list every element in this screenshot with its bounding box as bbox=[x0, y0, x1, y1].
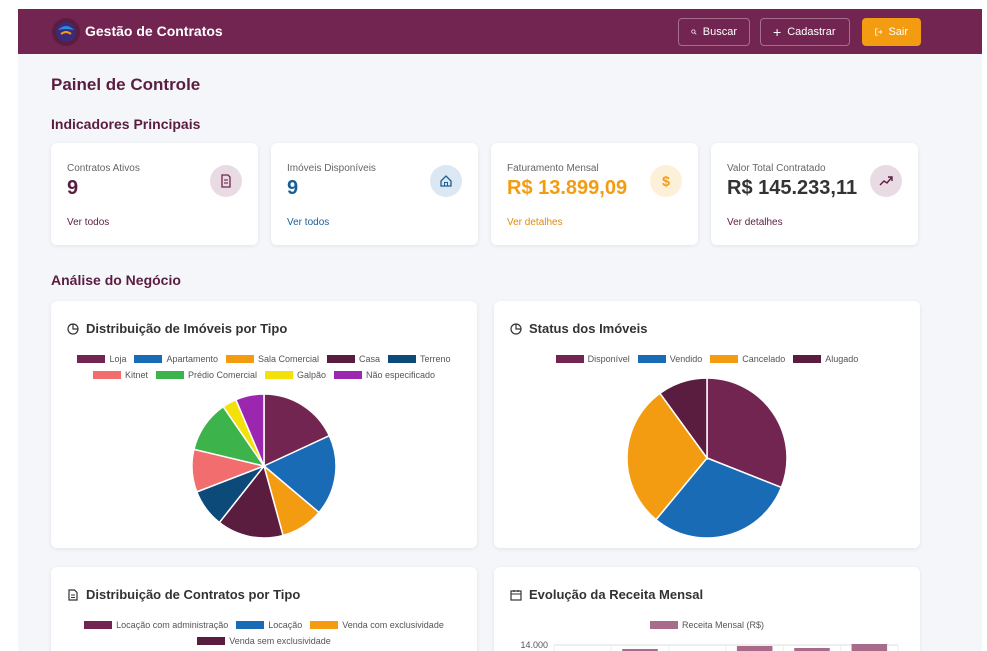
home-icon bbox=[430, 165, 462, 197]
section-title-analysis: Análise do Negócio bbox=[51, 272, 181, 288]
card-title-text: Distribuição de Contratos por Tipo bbox=[86, 587, 301, 602]
kpi-label: Contratos Ativos bbox=[67, 163, 140, 174]
kpi-label: Faturamento Mensal bbox=[507, 163, 599, 174]
legend-item-locacao-com-administracao[interactable]: Locação com administração bbox=[84, 620, 228, 630]
legend-swatch bbox=[236, 621, 265, 629]
revenue-bar[interactable] bbox=[851, 644, 888, 651]
legend-item-venda-sem-exclusividade[interactable]: Venda sem exclusividade bbox=[197, 636, 331, 646]
search-button[interactable]: Buscar bbox=[678, 18, 750, 46]
plus-icon: + bbox=[773, 24, 782, 40]
card-contract-types: Distribuição de Contratos por Tipo Locaç… bbox=[51, 567, 477, 651]
legend-item-venda-com-exclusividade[interactable]: Venda com exclusividade bbox=[310, 620, 444, 630]
kpi-value: 9 bbox=[287, 177, 299, 199]
legend-swatch bbox=[197, 637, 226, 645]
kpi-link-details[interactable]: Ver detalhes bbox=[507, 217, 563, 228]
kpi-value: R$ 145.233,11 bbox=[727, 177, 858, 199]
logout-button-label: Sair bbox=[888, 26, 908, 38]
document-icon bbox=[68, 588, 78, 601]
y-tick-label: 14.000 bbox=[520, 640, 548, 650]
legend-swatch bbox=[84, 621, 113, 629]
logout-icon bbox=[875, 28, 883, 36]
bar-chart-revenue: 14.000 bbox=[520, 640, 899, 651]
logout-button[interactable]: Sair bbox=[862, 18, 921, 46]
search-icon bbox=[691, 29, 697, 35]
kpi-link-see-all[interactable]: Ver todos bbox=[67, 217, 109, 228]
legend-label: Venda com exclusividade bbox=[342, 620, 444, 630]
trending-up-icon bbox=[870, 165, 902, 197]
kpi-label: Valor Total Contratado bbox=[727, 163, 826, 174]
legend-label: Locação bbox=[268, 620, 303, 630]
app-window: Gestão de Contratos Buscar + Cadastrar S… bbox=[18, 9, 982, 651]
app-title: Gestão de Contratos bbox=[85, 23, 223, 39]
legend-label: Venda sem exclusividade bbox=[229, 636, 331, 646]
add-button-label: Cadastrar bbox=[787, 26, 836, 38]
kpi-card-contracts: Contratos Ativos 9 Ver todos bbox=[51, 143, 258, 245]
kpi-link-details[interactable]: Ver detalhes bbox=[727, 217, 783, 228]
add-button[interactable]: + Cadastrar bbox=[760, 18, 850, 46]
revenue-bar[interactable] bbox=[736, 646, 773, 651]
pie-chart-property-status bbox=[626, 377, 788, 539]
document-icon bbox=[210, 165, 242, 197]
kpi-value: 9 bbox=[67, 177, 79, 199]
legend-swatch bbox=[310, 621, 339, 629]
top-navbar: Gestão de Contratos Buscar + Cadastrar S… bbox=[18, 9, 982, 54]
chart-legend: Venda sem exclusividade bbox=[51, 636, 477, 646]
section-title-indicators: Indicadores Principais bbox=[51, 116, 201, 132]
pie-chart-property-types bbox=[191, 393, 337, 539]
kpi-label: Imóveis Disponíveis bbox=[287, 163, 376, 174]
kpi-card-revenue: Faturamento Mensal R$ 13.899,09 Ver deta… bbox=[491, 143, 698, 245]
dollar-icon: $ bbox=[650, 165, 682, 197]
logo-icon bbox=[52, 18, 80, 46]
chart-legend: Locação com administração Locação Venda co… bbox=[51, 620, 477, 630]
legend-label: Locação com administração bbox=[116, 620, 229, 630]
card-property-status: Status dos Imóveis Disponível Vendido Canc… bbox=[494, 301, 920, 548]
legend-item-locacao[interactable]: Locação bbox=[236, 620, 302, 630]
kpi-link-see-all[interactable]: Ver todos bbox=[287, 217, 329, 228]
kpi-card-properties: Imóveis Disponíveis 9 Ver todos bbox=[271, 143, 478, 245]
search-button-label: Buscar bbox=[702, 26, 737, 38]
page-title: Painel de Controle bbox=[51, 75, 201, 94]
kpi-value: R$ 13.899,09 bbox=[507, 177, 628, 199]
card-title: Distribuição de Contratos por Tipo bbox=[67, 587, 300, 602]
kpi-card-total: Valor Total Contratado R$ 145.233,11 Ver… bbox=[711, 143, 918, 245]
card-monthly-revenue: Evolução da Receita Mensal Receita Mensa… bbox=[494, 567, 920, 651]
card-property-types: Distribuição de Imóveis por Tipo Loja Apa… bbox=[51, 301, 477, 548]
